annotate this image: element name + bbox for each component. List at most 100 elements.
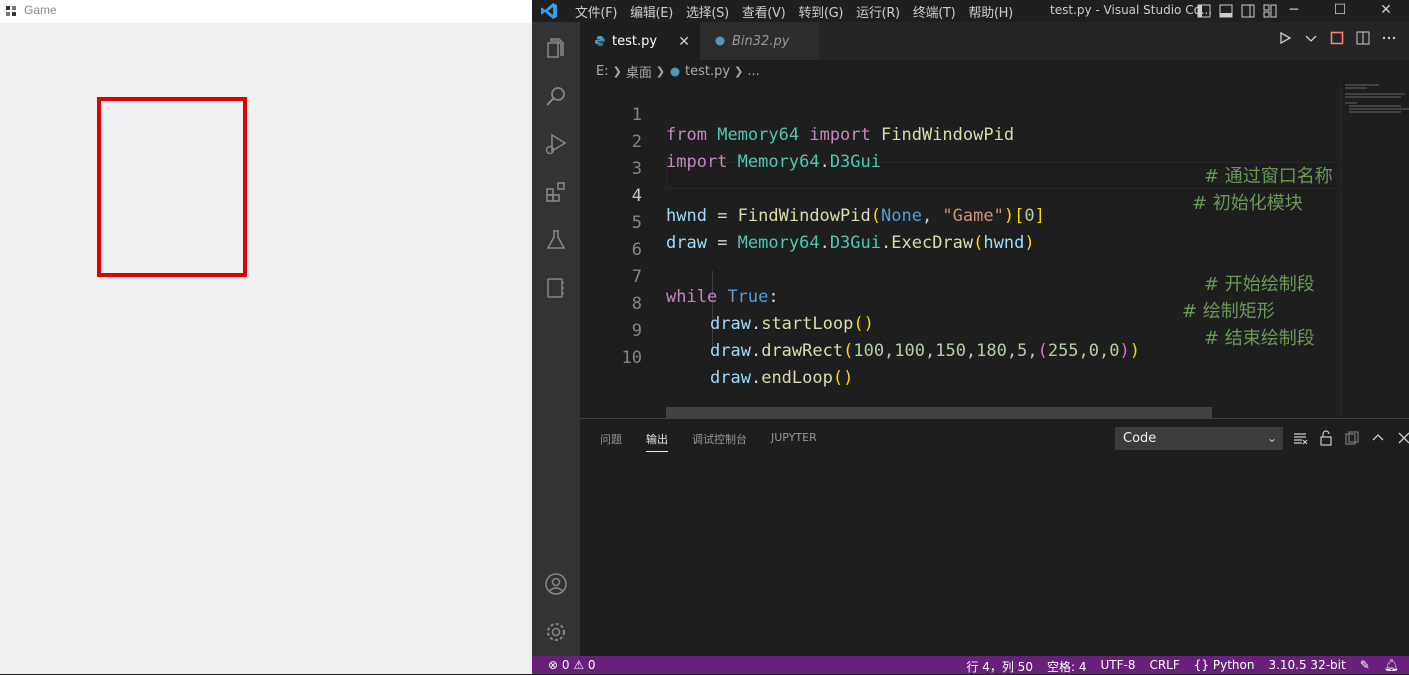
tab-label: test.py: [612, 33, 658, 49]
vscode-logo-icon: [541, 3, 557, 19]
vscode-titlebar: 文件(F) 编辑(E) 选择(S) 查看(V) 转到(G) 运行(R) 终端(T…: [532, 0, 1409, 22]
window-controls: ─ ☐ ✕: [1271, 0, 1409, 22]
stop-icon[interactable]: [1329, 30, 1345, 46]
feedback-icon[interactable]: ✎: [1360, 658, 1370, 675]
comment-token: # 开始绘制段: [1204, 274, 1315, 295]
tab-label: Bin32.py: [732, 33, 790, 49]
chevron-right-icon: ❯: [612, 65, 622, 78]
toggle-panel-icon[interactable]: [1218, 3, 1234, 19]
toggle-secondary-sidebar-icon[interactable]: [1240, 3, 1256, 19]
function-token: endLoop: [761, 368, 833, 388]
menu-edit[interactable]: 编辑(E): [630, 2, 673, 21]
menu-terminal[interactable]: 终端(T): [913, 2, 956, 21]
drawn-red-rectangle: [97, 97, 247, 277]
window-title: test.py - Visual Studio Co...: [1050, 3, 1213, 17]
menu-go[interactable]: 转到(G): [798, 2, 843, 21]
python-interpreter[interactable]: 3.10.5 32-bit: [1268, 658, 1345, 675]
bottom-panel: 问题 输出 调试控制台 JUPYTER Code ⌄: [580, 418, 1409, 656]
testing-flask-icon[interactable]: [544, 228, 568, 252]
breadcrumb-folder[interactable]: 桌面: [626, 62, 652, 81]
menu-selection[interactable]: 选择(S): [686, 2, 729, 21]
comment-token: # 绘制矩形: [1182, 301, 1275, 322]
tab-debug-console[interactable]: 调试控制台: [692, 431, 747, 452]
tab-problems[interactable]: 问题: [600, 431, 622, 452]
code-editor[interactable]: 1 from Memory64 import FindWindowPid 2 i…: [580, 82, 1346, 418]
lock-scroll-icon[interactable]: [1318, 430, 1334, 446]
menu-bar: 文件(F) 编辑(E) 选择(S) 查看(V) 转到(G) 运行(R) 终端(T…: [575, 2, 1013, 21]
extensions-icon[interactable]: [544, 180, 568, 204]
menu-file[interactable]: 文件(F): [575, 2, 617, 21]
bracket-token: (): [832, 368, 854, 388]
status-right-items: 行 4，列 50 空格: 4 UTF-8 CRLF {} Python 3.10…: [966, 658, 1399, 675]
breadcrumb-drive[interactable]: E:: [596, 64, 609, 79]
run-python-file-icon[interactable]: [1277, 30, 1293, 46]
tab-jupyter[interactable]: JUPYTER: [771, 431, 817, 452]
code-line: 5 draw = Memory64.D3Gui.ExecDraw(hwnd) #…: [580, 190, 1340, 253]
output-channel-select[interactable]: Code ⌄: [1115, 427, 1283, 450]
maximize-panel-icon[interactable]: [1370, 430, 1386, 446]
split-editor-icon[interactable]: [1355, 30, 1371, 46]
status-bar: ⊗ 0 ⚠ 0 行 4，列 50 空格: 4 UTF-8 CRLF {} Pyt…: [532, 656, 1409, 674]
breadcrumb-file[interactable]: test.py: [685, 64, 730, 79]
run-debug-icon[interactable]: [544, 132, 568, 156]
close-window-icon[interactable]: ✕: [1363, 0, 1409, 22]
encoding[interactable]: UTF-8: [1100, 658, 1135, 675]
comment-token: # 结束绘制段: [1204, 328, 1315, 349]
more-actions-icon[interactable]: [1381, 30, 1397, 46]
game-titlebar[interactable]: Game: [0, 0, 532, 23]
minimize-icon[interactable]: ─: [1271, 0, 1317, 22]
variable-token: draw: [710, 368, 751, 388]
chevron-down-icon[interactable]: [1303, 30, 1319, 46]
game-window-title: Game: [24, 3, 57, 17]
vscode-window: 文件(F) 编辑(E) 选择(S) 查看(V) 转到(G) 运行(R) 终端(T…: [532, 0, 1409, 674]
comment-token: # 初始化模块: [1192, 193, 1303, 214]
account-icon[interactable]: [544, 572, 568, 596]
code-line: 6: [580, 217, 1340, 260]
horizontal-scrollbar[interactable]: [666, 407, 1212, 418]
search-icon[interactable]: [544, 84, 568, 108]
breadcrumb-more[interactable]: ...: [747, 64, 759, 79]
chevron-right-icon: ❯: [734, 65, 744, 78]
minimap[interactable]: [1340, 82, 1409, 418]
end-of-line[interactable]: CRLF: [1149, 658, 1179, 675]
chevron-right-icon: ❯: [655, 65, 666, 78]
tab-bin32-py[interactable]: Bin32.py: [700, 22, 819, 60]
tab-output[interactable]: 输出: [646, 431, 668, 452]
open-output-in-editor-icon[interactable]: [1344, 430, 1360, 446]
comment-token: # 通过窗口名称: [1204, 166, 1333, 187]
notifications-bell-icon[interactable]: 🔔︎: [1384, 658, 1399, 675]
close-panel-icon[interactable]: [1396, 430, 1409, 446]
code-line: 1 from Memory64 import FindWindowPid: [580, 82, 1340, 145]
activity-bar: [532, 22, 580, 656]
clear-output-icon[interactable]: [1292, 430, 1308, 446]
tab-test-py[interactable]: test.py ✕: [580, 22, 700, 60]
explorer-icon[interactable]: [544, 36, 568, 60]
editor-tabs: test.py ✕ Bin32.py: [580, 22, 1409, 60]
panel-tabs: 问题 输出 调试控制台 JUPYTER: [600, 431, 817, 452]
maximize-icon[interactable]: ☐: [1317, 0, 1363, 22]
panel-actions: [1292, 430, 1409, 446]
menu-help[interactable]: 帮助(H): [968, 2, 1013, 21]
code-line: 10 draw.endLoop() # 结束绘制段: [580, 325, 1340, 388]
menu-view[interactable]: 查看(V): [742, 2, 786, 21]
jupyter-notebook-icon[interactable]: [544, 276, 568, 300]
toggle-primary-sidebar-icon[interactable]: [1196, 3, 1212, 19]
code-line: 3: [580, 136, 1340, 179]
menu-run[interactable]: 运行(R): [856, 2, 900, 21]
app-icon: [6, 6, 16, 16]
python-file-icon: [670, 67, 680, 76]
settings-gear-icon[interactable]: [544, 620, 568, 644]
cursor-position[interactable]: 行 4，列 50: [966, 658, 1033, 675]
breadcrumb: E: ❯ 桌面 ❯ test.py ❯ ...: [596, 62, 760, 81]
line-number: 10: [621, 348, 642, 368]
code-line: 7 while True:: [580, 244, 1340, 307]
language-mode[interactable]: {} Python: [1194, 658, 1255, 675]
layout-controls: [1196, 3, 1278, 19]
problems-indicator[interactable]: ⊗ 0 ⚠ 0: [548, 658, 596, 672]
game-window: Game: [0, 0, 532, 674]
punctuation-token: .: [750, 368, 762, 388]
chevron-down-icon: ⌄: [1266, 431, 1277, 445]
code-line: 9 draw.drawRect(100,100,150,180,5,(255,0…: [580, 298, 1340, 361]
indentation[interactable]: 空格: 4: [1047, 658, 1087, 675]
close-tab-icon[interactable]: ✕: [678, 34, 690, 50]
